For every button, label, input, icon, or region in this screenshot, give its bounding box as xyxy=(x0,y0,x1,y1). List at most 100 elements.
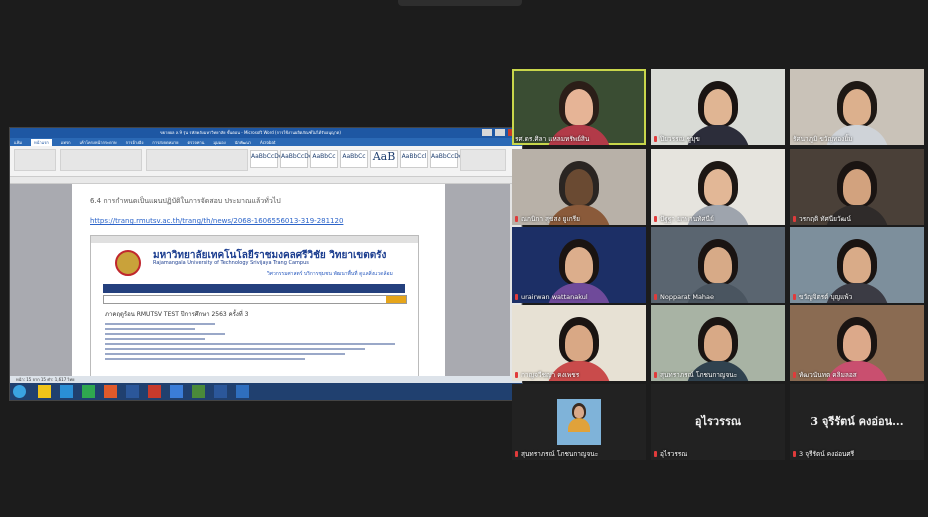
ribbon-tab[interactable]: แทรก xyxy=(61,139,71,146)
participant-tile[interactable]: 3 จุรีรัตน์ คงอ่อน... 3 จุรีรัตน์ คงอ่อนศ… xyxy=(790,384,924,460)
pdf-icon[interactable] xyxy=(148,385,161,398)
participant-figure xyxy=(567,418,591,433)
shared-screen[interactable]: ขยายผล ล.9 รุ่น รหัสคลังมหาวิทยาลัย ขั้น… xyxy=(9,127,523,401)
style-sample[interactable]: AaBbCcDc xyxy=(430,150,462,168)
participant-display-name: 3 จุรีรัตน์ คงอ่อน... xyxy=(810,415,904,428)
app-icon[interactable] xyxy=(192,385,205,398)
participant-tile[interactable]: ณกนิกา สุขสง ยูเกรีย xyxy=(512,149,646,225)
doc-link[interactable]: https://trang.rmutsv.ac.th/trang/th/news… xyxy=(90,217,343,225)
participant-tile[interactable]: อุไรวรรณ อุไรวรรณ xyxy=(651,384,785,460)
maximize-icon[interactable] xyxy=(495,129,505,136)
ribbon-tab[interactable]: Acrobat xyxy=(260,140,275,145)
participant-tile[interactable]: รัศนาภูมิ ขวัญทองยิ้ม xyxy=(790,69,924,145)
style-sample[interactable]: AaBbCcDc xyxy=(280,150,312,168)
participant-video xyxy=(651,69,785,145)
style-sample[interactable]: AaBbCc xyxy=(340,150,368,168)
ribbon-tab[interactable]: การอ้างอิง xyxy=(126,139,144,146)
participant-figure xyxy=(704,89,732,125)
university-name-en: Rajamangala University of Technology Sri… xyxy=(153,260,309,266)
style-sample[interactable]: AaBbCcDc xyxy=(250,150,282,168)
font-group[interactable] xyxy=(60,149,142,171)
content-lines xyxy=(105,323,395,363)
ribbon-tabs: แฟ้ม หน้าแรก แทรก เค้าโครงหน้ากระดาษ การอ้าง… xyxy=(10,138,522,146)
participant-figure xyxy=(565,247,593,283)
participant-name: ขวัญจิตรต์ บุญแพ้ว xyxy=(799,293,853,301)
participant-tile[interactable]: ขวัญจิตรต์ บุญแพ้ว xyxy=(790,227,924,303)
mic-muted-icon xyxy=(515,372,518,378)
participant-name: สุนทราภรณ์ โภชนกาญจนะ xyxy=(660,371,738,379)
participant-name: สุนทราภรณ์ โภชนกาญจนะ xyxy=(521,450,599,458)
participant-name: ปัฐฐา ยกพานทัศนีย์ xyxy=(660,215,714,223)
participant-figure xyxy=(843,169,871,205)
word-icon[interactable] xyxy=(126,385,139,398)
participant-video xyxy=(651,227,785,303)
participant-video xyxy=(557,399,601,445)
mic-muted-icon xyxy=(654,294,657,300)
word-title-bar: ขยายผล ล.9 รุ่น รหัสคลังมหาวิทยาลัย ขั้น… xyxy=(10,128,522,138)
participant-name: กาญจวีชญา คงเพชร xyxy=(521,371,580,379)
site-search xyxy=(103,295,407,304)
participant-video xyxy=(790,69,924,145)
ribbon-tab[interactable]: การส่งจดหมาย xyxy=(152,139,178,146)
participant-tile[interactable]: สุนทราภรณ์ โภชนกาญจนะ xyxy=(512,384,646,460)
participant-name: ทัฒวนันทต คลิมลอส xyxy=(799,371,857,379)
ribbon-tab[interactable]: ตรวจทาน xyxy=(187,139,204,146)
windows-taskbar xyxy=(10,383,522,400)
participant-name: อุไรวรรณ xyxy=(660,450,688,458)
media-icon[interactable] xyxy=(104,385,117,398)
editing-group[interactable] xyxy=(460,149,506,171)
participant-video xyxy=(651,149,785,225)
site-nav xyxy=(103,284,405,293)
style-sample[interactable]: AaBbCc xyxy=(310,150,338,168)
word-window-title: ขยายผล ล.9 รุ่น รหัสคลังมหาวิทยาลัย ขั้น… xyxy=(160,130,341,135)
participant-figure xyxy=(704,169,732,205)
style-sample[interactable]: AaB xyxy=(370,150,398,168)
paragraph-group[interactable] xyxy=(146,149,248,171)
mic-muted-icon xyxy=(793,451,796,457)
mic-muted-icon xyxy=(515,216,518,222)
participant-tile[interactable]: ทัฒวนันทต คลิมลอส xyxy=(790,305,924,381)
term-title: ภาคฤดูร้อน RMUTSV TEST ปีการศึกษา 2563 ค… xyxy=(105,311,249,318)
participant-tile[interactable]: urairwan wattanakul xyxy=(512,227,646,303)
participant-name: รศ.ดร.ศิลา แหลมทรัพย์สิน xyxy=(515,135,590,143)
explorer-icon[interactable] xyxy=(38,385,51,398)
participant-tile[interactable]: สุนทราภรณ์ โภชนกาญจนะ xyxy=(651,305,785,381)
participant-video xyxy=(790,227,924,303)
ie-icon[interactable] xyxy=(60,385,73,398)
participant-name: รัศนาภูมิ ขวัญทองยิ้ม xyxy=(793,135,853,143)
excel-icon[interactable] xyxy=(82,385,95,398)
ribbon-tab[interactable]: นักพัฒนา xyxy=(235,139,251,146)
participant-figure xyxy=(704,325,732,361)
ribbon-tab[interactable]: หน้าแรก xyxy=(31,138,52,146)
participant-tile[interactable]: รศ.ดร.ศิลา แหลมทรัพย์สิน xyxy=(512,69,646,145)
participant-figure xyxy=(565,325,593,361)
participant-name: ปิยวรรณ ชูมุข xyxy=(660,135,700,143)
participant-tile[interactable]: ปัฐฐา ยกพานทัศนีย์ xyxy=(651,149,785,225)
mic-muted-icon xyxy=(515,294,518,300)
participant-tile[interactable]: วรกฤติ ทัศนียวัฒน์ xyxy=(790,149,924,225)
browser-bar xyxy=(91,236,418,243)
word-status-bar: หน้า: 15 จาก 15 คำ: 1,617 ไทย xyxy=(10,376,522,383)
participant-tile[interactable]: Nopparat Mahae xyxy=(651,227,785,303)
clipboard-group[interactable] xyxy=(14,149,56,171)
mic-muted-icon xyxy=(654,451,657,457)
zoom-icon[interactable] xyxy=(236,385,249,398)
word-active-icon[interactable] xyxy=(214,385,227,398)
participant-tile[interactable]: กาญจวีชญา คงเพชร xyxy=(512,305,646,381)
styles-gallery: AaBbCcDc AaBbCcDc AaBbCc AaBbCc AaB AaBbCcl Aa… xyxy=(250,150,462,168)
university-slogan: วิศวกรรมศาสตร์ บริการชุมชน พัฒนาพื้นที่ … xyxy=(267,271,393,277)
ribbon-tab[interactable]: มุมมอง xyxy=(213,139,225,146)
participant-video xyxy=(790,149,924,225)
participant-name: 3 จุรีรัตน์ คงอ่อนศรี xyxy=(799,450,855,458)
chrome-icon[interactable] xyxy=(170,385,183,398)
ribbon-tab[interactable]: แฟ้ม xyxy=(14,139,22,146)
mic-muted-icon xyxy=(793,294,796,300)
mic-muted-icon xyxy=(654,216,657,222)
mic-muted-icon xyxy=(793,216,796,222)
start-button[interactable] xyxy=(13,385,26,398)
minimize-icon[interactable] xyxy=(482,129,492,136)
ribbon-tab[interactable]: เค้าโครงหน้ากระดาษ xyxy=(80,139,117,146)
style-sample[interactable]: AaBbCcl xyxy=(400,150,428,168)
participant-tile[interactable]: ปิยวรรณ ชูมุข xyxy=(651,69,785,145)
participant-video xyxy=(790,305,924,381)
